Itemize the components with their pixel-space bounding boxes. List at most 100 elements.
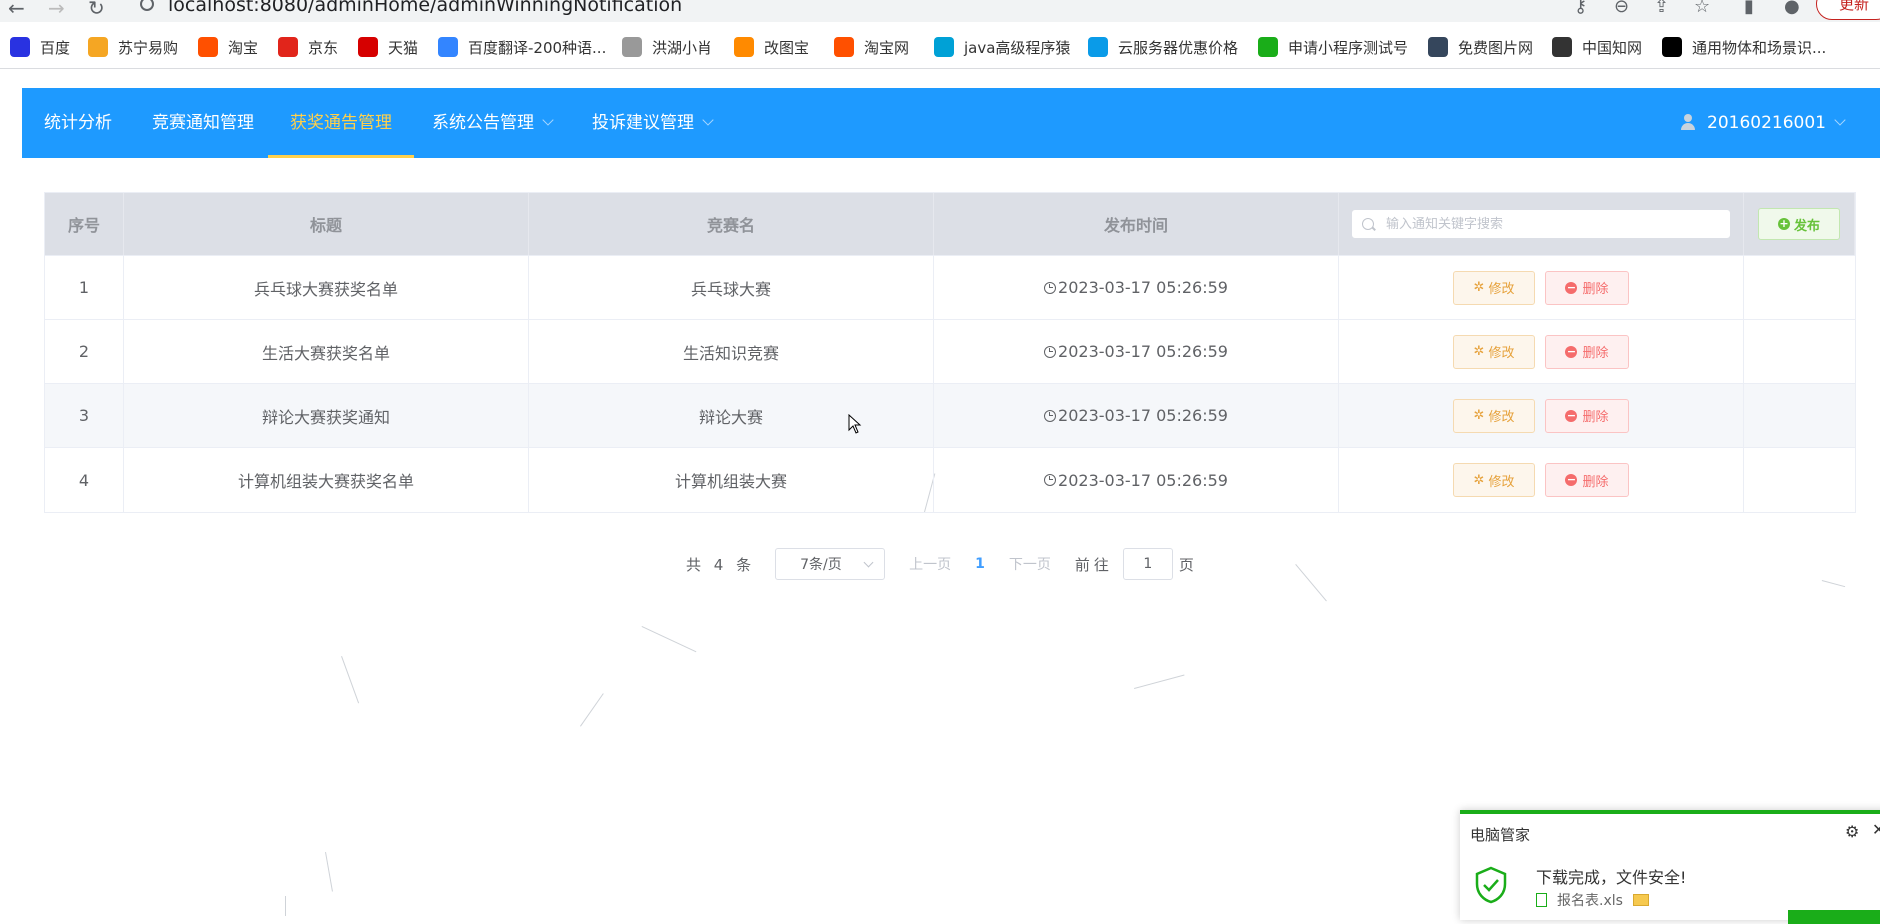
bookmark-item[interactable]: 淘宝网	[834, 34, 909, 60]
prev-page-button[interactable]: 上一页	[909, 554, 951, 574]
bookmark-item[interactable]: 洪湖小肖	[622, 34, 712, 60]
gear-icon: ✲	[1473, 344, 1485, 359]
cell-time: 2023-03-17 05:26:59	[934, 320, 1339, 383]
user-icon	[1681, 114, 1696, 130]
cell-title: 辩论大赛获奖通知	[124, 384, 529, 447]
bookmark-label: 淘宝网	[864, 38, 910, 57]
time-value: 2023-03-17 05:26:59	[1058, 278, 1228, 297]
bookmark-favicon-icon	[10, 37, 30, 57]
delete-button[interactable]: − 删除	[1545, 398, 1629, 433]
forward-icon[interactable]: →	[48, 0, 65, 20]
cell-index: 2	[45, 320, 124, 383]
bookmark-star-icon[interactable]: ☆	[1694, 0, 1710, 17]
chevron-down-icon	[1834, 114, 1846, 126]
mouse-cursor-icon	[848, 414, 862, 434]
bookmark-item[interactable]: 云服务器优惠价格	[1088, 34, 1238, 60]
publish-button[interactable]: + 发布	[1758, 208, 1840, 240]
bookmark-item[interactable]: 申请小程序测试号	[1258, 34, 1408, 60]
delete-button[interactable]: − 删除	[1545, 463, 1629, 497]
delete-label: 删除	[1582, 474, 1609, 490]
edit-button[interactable]: ✲ 修改	[1453, 463, 1535, 497]
cell-title: 生活大赛获奖名单	[124, 320, 529, 383]
bookmark-label: 改图宝	[764, 38, 810, 57]
bookmark-item[interactable]: java高级程序猿	[934, 34, 1070, 60]
bookmark-item[interactable]: 百度	[10, 34, 70, 60]
key-icon[interactable]: ⚷	[1574, 0, 1587, 17]
bookmark-favicon-icon	[438, 37, 458, 57]
delete-label: 删除	[1582, 410, 1609, 425]
clock-icon	[1044, 474, 1057, 486]
bookmark-item[interactable]: 淘宝	[198, 34, 258, 60]
bookmark-item[interactable]: 苏宁易购	[88, 34, 178, 60]
update-button[interactable]: 更新	[1816, 0, 1880, 20]
open-file-button[interactable]	[1788, 910, 1880, 924]
nav-statistics[interactable]: 统计分析	[44, 88, 112, 158]
url-text[interactable]: localhost:8080/adminHome/adminWinningNot…	[168, 0, 682, 16]
side-panel-icon[interactable]: ▮	[1744, 0, 1754, 17]
cell-time: 2023-03-17 05:26:59	[934, 256, 1339, 319]
table-header: 序号 标题 竞赛名 发布时间 +发布	[45, 193, 1855, 256]
edit-button[interactable]: ✲ 修改	[1453, 270, 1535, 305]
bookmark-label: 苏宁易购	[118, 38, 179, 57]
bookmark-favicon-icon	[88, 37, 108, 57]
nav-award-notice[interactable]: 获奖通告管理	[268, 88, 414, 158]
cell-time: 2023-03-17 05:26:59	[934, 448, 1339, 512]
bookmark-favicon-icon	[934, 37, 954, 57]
notification-app-name: 电脑管家	[1470, 826, 1531, 844]
back-icon[interactable]: ←	[8, 0, 25, 20]
bookmark-item[interactable]: 免费图片网	[1428, 34, 1533, 60]
edit-label: 修改	[1488, 474, 1515, 490]
header-publish-cell: + 发布	[1744, 193, 1855, 255]
current-page[interactable]: 1	[975, 556, 985, 572]
bookmark-label: 百度	[40, 38, 71, 57]
search-box[interactable]	[1351, 209, 1731, 239]
bookmark-item[interactable]: 天猫	[358, 34, 418, 60]
edit-button[interactable]: ✲ 修改	[1453, 334, 1535, 369]
settings-gear-icon[interactable]: ⚙	[1845, 822, 1859, 841]
bookmark-item[interactable]: 中国知网	[1552, 34, 1642, 60]
edit-label: 修改	[1488, 346, 1515, 361]
cell-actions: ✲ 修改 − 删除	[1339, 320, 1744, 383]
deco-line	[580, 693, 604, 727]
pagination-total: 共 4 条	[686, 555, 756, 574]
delete-button[interactable]: − 删除	[1545, 270, 1629, 305]
zoom-out-icon[interactable]: ⊖	[1614, 0, 1629, 17]
username: 20160216001	[1707, 113, 1826, 133]
next-page-button[interactable]: 下一页	[1009, 554, 1051, 574]
profile-icon[interactable]: ●	[1784, 0, 1800, 17]
minus-circle-icon: −	[1565, 473, 1578, 486]
reload-icon[interactable]: ↻	[88, 0, 105, 20]
cell-actions: ✲ 修改 − 删除	[1339, 384, 1744, 447]
nav-system-announcement[interactable]: 系统公告管理	[432, 88, 554, 158]
cell-index: 3	[45, 384, 124, 447]
browser-toolbar: ← → ↻ localhost:8080/adminHome/adminWinn…	[0, 0, 1880, 22]
downloaded-file[interactable]: 报名表.xls	[1536, 890, 1649, 910]
pagination: 共 4 条 7条/页 上一页 1 下一页 前往 页	[686, 547, 1194, 581]
time-value: 2023-03-17 05:26:59	[1058, 342, 1228, 361]
goto-page-input[interactable]	[1122, 548, 1173, 580]
bookmark-favicon-icon	[198, 37, 218, 57]
close-icon[interactable]: ✕	[1872, 820, 1880, 839]
cell-actions: ✲ 修改 − 删除	[1339, 448, 1744, 512]
bookmark-item[interactable]: 京东	[278, 34, 338, 60]
folder-icon[interactable]	[1632, 894, 1649, 906]
bookmark-item[interactable]: 百度翻译-200种语...	[438, 34, 606, 60]
nav-contest-notice[interactable]: 竞赛通知管理	[152, 88, 254, 158]
time-value: 2023-03-17 05:26:59	[1058, 406, 1228, 425]
share-icon[interactable]: ⇪	[1654, 0, 1669, 17]
bookmark-label: java高级程序猿	[964, 38, 1071, 57]
bookmark-item[interactable]: 通用物体和场景识...	[1662, 34, 1826, 60]
file-name: 报名表.xls	[1557, 893, 1623, 909]
cell-title: 兵乓球大赛获奖名单	[124, 256, 529, 319]
minus-circle-icon: −	[1565, 280, 1578, 294]
deco-line	[1821, 580, 1846, 588]
nav-complaints[interactable]: 投诉建议管理	[592, 88, 714, 158]
clock-icon	[1044, 409, 1057, 422]
search-input[interactable]	[1384, 215, 1718, 233]
user-menu[interactable]: 20160216001	[1681, 88, 1846, 158]
bookmark-item[interactable]: 改图宝	[734, 34, 809, 60]
gear-icon: ✲	[1473, 280, 1485, 295]
delete-button[interactable]: − 删除	[1545, 334, 1629, 369]
page-size-select[interactable]: 7条/页	[775, 548, 886, 580]
edit-button[interactable]: ✲ 修改	[1453, 398, 1535, 433]
